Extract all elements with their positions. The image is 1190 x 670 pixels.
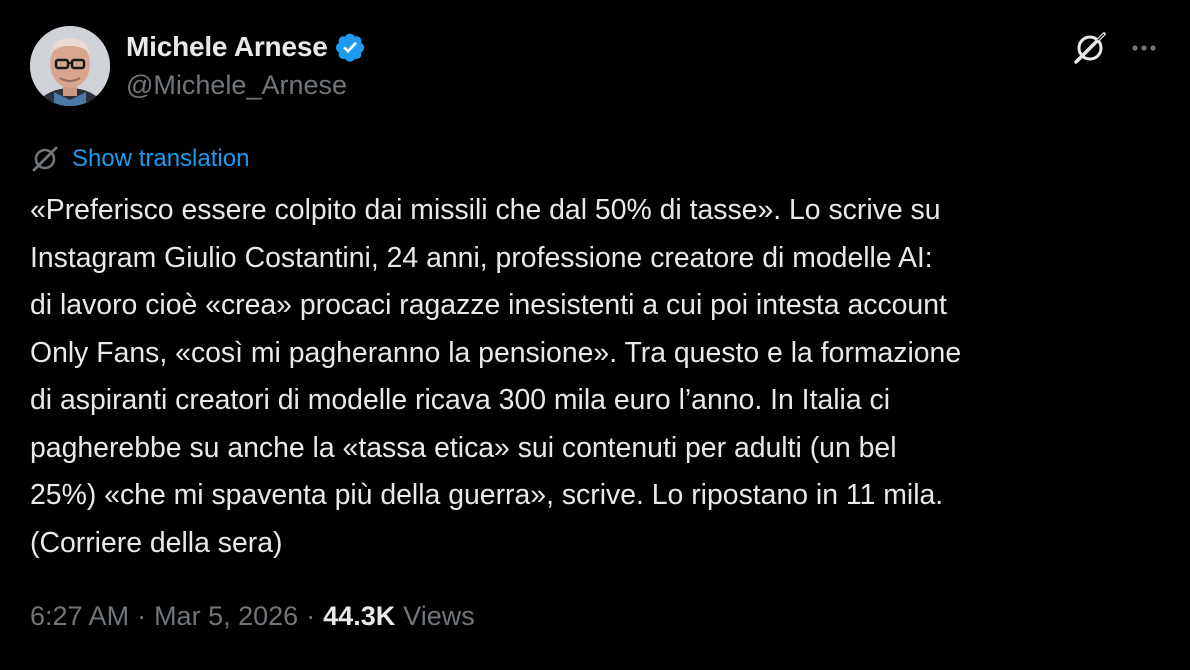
meta-separator: ·	[137, 601, 147, 631]
more-options-icon[interactable]	[1128, 32, 1160, 69]
views-label[interactable]: Views	[403, 601, 475, 632]
author-info: Michele Arnese @Michele_Arnese	[126, 28, 366, 101]
name-row: Michele Arnese	[126, 28, 366, 66]
tweet-card: Michele Arnese @Michele_Arnese Show tran…	[0, 0, 1190, 670]
tweet-text: «Preferisco essere colpito dai missili c…	[30, 194, 962, 559]
tweet-metadata: 6:27 AM · Mar 5, 2026 · 44.3K Views	[30, 601, 475, 632]
avatar[interactable]	[30, 26, 110, 106]
author-handle[interactable]: @Michele_Arnese	[126, 70, 366, 101]
tweet-time[interactable]: 6:27 AM	[30, 601, 129, 632]
tweet-date[interactable]: Mar 5, 2026	[154, 601, 298, 632]
meta-separator: ·	[306, 601, 316, 631]
show-translation[interactable]: Show translation	[30, 142, 249, 176]
verified-badge-icon[interactable]	[334, 31, 366, 63]
grok-translate-icon	[30, 144, 60, 174]
profile-photo-icon	[30, 26, 110, 106]
tweet-actions	[1070, 28, 1160, 73]
grok-icon[interactable]	[1070, 28, 1110, 73]
show-translation-link[interactable]: Show translation	[72, 145, 249, 173]
author-display-name[interactable]: Michele Arnese	[126, 31, 328, 63]
views-count[interactable]: 44.3K	[323, 601, 395, 632]
